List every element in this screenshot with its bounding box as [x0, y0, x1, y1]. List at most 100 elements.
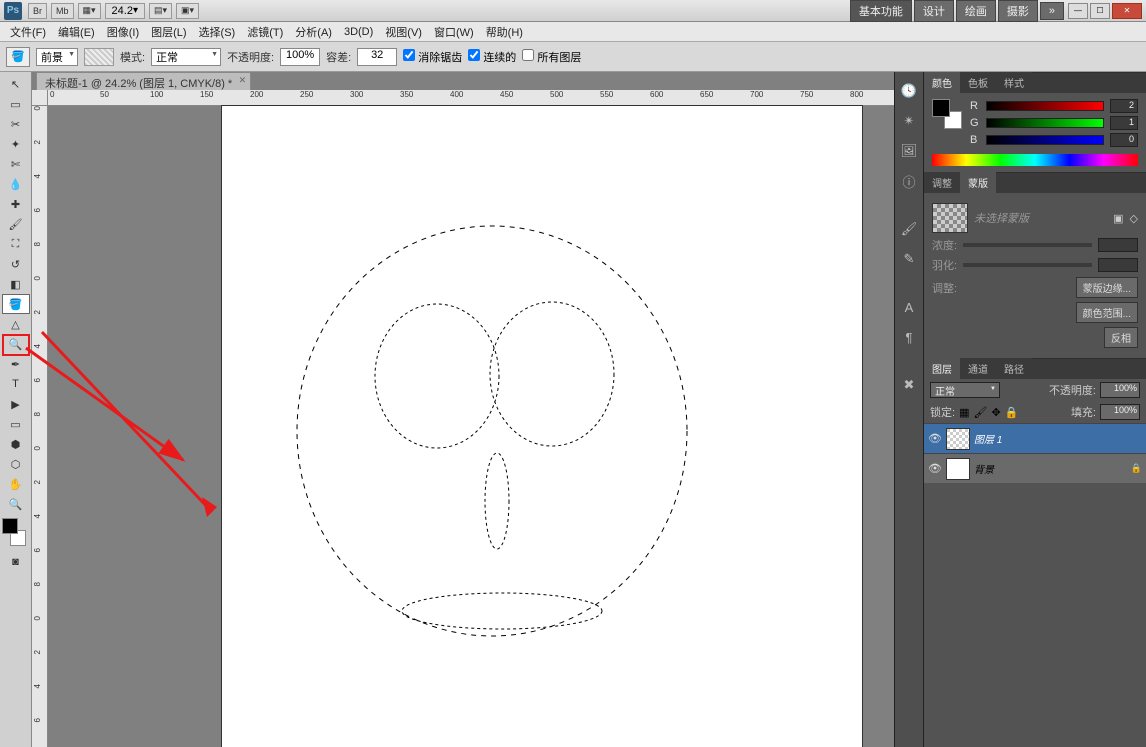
menu-filter[interactable]: 滤镜(T)	[241, 22, 289, 42]
workspace-photo[interactable]: 摄影	[998, 0, 1038, 22]
blur-tool[interactable]: △	[2, 314, 30, 334]
menu-3d[interactable]: 3D(D)	[338, 24, 379, 40]
quick-mask-toggle[interactable]: ◙	[2, 552, 30, 572]
maximize-button[interactable]: ☐	[1090, 3, 1110, 19]
move-tool[interactable]: ↖	[2, 74, 30, 94]
brushes-icon[interactable]: ✎	[898, 248, 920, 270]
tab-adjust[interactable]: 调整	[924, 172, 960, 193]
layer-item[interactable]: 👁 图层 1	[924, 423, 1146, 453]
compass-icon[interactable]: ✴	[898, 110, 920, 132]
g-slider[interactable]	[986, 118, 1104, 128]
tab-paths[interactable]: 路径	[996, 358, 1032, 379]
pen-tool[interactable]: ✒	[2, 354, 30, 374]
crop-tool[interactable]: ✄	[2, 154, 30, 174]
blend-mode-select[interactable]: 正常	[151, 48, 221, 66]
r-value[interactable]: 2	[1110, 99, 1138, 113]
mini-bridge-button[interactable]: Mb	[51, 3, 74, 19]
workspace-paint[interactable]: 绘画	[956, 0, 996, 22]
invert-button[interactable]: 反相	[1104, 327, 1138, 348]
tab-styles[interactable]: 样式	[996, 72, 1032, 93]
feather-slider[interactable]	[963, 263, 1092, 267]
close-tab-icon[interactable]: ✕	[239, 75, 247, 86]
layer-blend-select[interactable]: 正常	[930, 382, 1000, 398]
stamp-tool[interactable]: ⛶	[2, 234, 30, 254]
color-range-button[interactable]: 颜色范围...	[1076, 302, 1138, 323]
layer-thumbnail[interactable]	[946, 428, 970, 450]
pattern-picker[interactable]	[84, 48, 114, 66]
eraser-tool[interactable]: ◧	[2, 274, 30, 294]
r-slider[interactable]	[986, 101, 1104, 111]
brush-tool[interactable]: 🖌	[2, 214, 30, 234]
history-icon[interactable]: 🕓	[898, 80, 920, 102]
contiguous-checkbox[interactable]: 连续的	[468, 49, 516, 65]
visibility-icon[interactable]: 👁	[928, 432, 942, 445]
tab-mask[interactable]: 蒙版	[960, 172, 996, 193]
layer-item[interactable]: 👁 背景 🔒	[924, 453, 1146, 483]
menu-edit[interactable]: 编辑(E)	[52, 22, 101, 42]
swatches-icon[interactable]: 🖼	[898, 140, 920, 162]
zoom-tool[interactable]: 🔍	[2, 494, 30, 514]
panel-color-swatches[interactable]	[932, 99, 962, 129]
document-tab[interactable]: 未标题-1 @ 24.2% (图层 1, CMYK/8) * ✕	[36, 72, 251, 90]
density-value[interactable]	[1098, 238, 1138, 252]
lock-move-icon[interactable]: ✥	[991, 406, 1000, 419]
bucket-tool-icon[interactable]: 🪣	[6, 47, 30, 67]
layer-name[interactable]: 图层 1	[974, 431, 1142, 446]
quick-select-tool[interactable]: ✦	[2, 134, 30, 154]
lock-trans-icon[interactable]: ▦	[959, 406, 969, 419]
eyedropper-tool[interactable]: 💧	[2, 174, 30, 194]
opacity-input[interactable]: 100%	[280, 48, 320, 66]
layer-thumbnail[interactable]	[946, 458, 970, 480]
menu-select[interactable]: 选择(S)	[193, 22, 242, 42]
density-slider[interactable]	[963, 243, 1092, 247]
b-slider[interactable]	[986, 135, 1104, 145]
menu-help[interactable]: 帮助(H)	[480, 22, 529, 42]
tab-color[interactable]: 颜色	[924, 72, 960, 93]
vector-mask-icon[interactable]: ◇	[1130, 212, 1138, 225]
tolerance-input[interactable]: 32	[357, 48, 397, 66]
menu-view[interactable]: 视图(V)	[379, 22, 428, 42]
lock-paint-icon[interactable]: 🖌	[973, 406, 987, 419]
mask-edge-button[interactable]: 蒙版边缘...	[1076, 277, 1138, 298]
character-icon[interactable]: A	[898, 296, 920, 318]
tab-channels[interactable]: 通道	[960, 358, 996, 379]
workspace-design[interactable]: 设计	[914, 0, 954, 22]
brush-settings-icon[interactable]: 🖌	[898, 218, 920, 240]
minimize-button[interactable]: —	[1068, 3, 1088, 19]
canvas[interactable]	[222, 106, 862, 747]
3d-tool[interactable]: ⬢	[2, 434, 30, 454]
layer-name[interactable]: 背景	[974, 461, 1127, 476]
feather-value[interactable]	[1098, 258, 1138, 272]
color-swatches[interactable]	[2, 518, 30, 546]
zoom-dropdown[interactable]: 24.2 ▾	[105, 3, 145, 19]
lock-all-icon[interactable]: 🔒	[1005, 406, 1019, 419]
menu-image[interactable]: 图像(I)	[101, 22, 145, 42]
visibility-icon[interactable]: 👁	[928, 462, 942, 475]
menu-analysis[interactable]: 分析(A)	[289, 22, 338, 42]
foreground-color-swatch[interactable]	[2, 518, 18, 534]
b-value[interactable]: 0	[1110, 133, 1138, 147]
screen-mode-button[interactable]: ▣▾	[176, 3, 199, 19]
menu-window[interactable]: 窗口(W)	[428, 22, 480, 42]
fill-source-select[interactable]: 前景	[36, 48, 78, 66]
type-tool[interactable]: T	[2, 374, 30, 394]
history-brush-tool[interactable]: ↺	[2, 254, 30, 274]
info-icon[interactable]: ⓘ	[898, 170, 920, 192]
shape-tool[interactable]: ▭	[2, 414, 30, 434]
menu-file[interactable]: 文件(F)	[4, 22, 52, 42]
marquee-tool[interactable]: ▭	[2, 94, 30, 114]
paragraph-icon[interactable]: ¶	[898, 326, 920, 348]
pixel-mask-icon[interactable]: ▣	[1113, 212, 1123, 225]
tool-presets-icon[interactable]: ✖	[898, 374, 920, 396]
layer-opacity-input[interactable]: 100%	[1100, 382, 1140, 398]
bridge-button[interactable]: Br	[28, 3, 47, 19]
workspace-basic[interactable]: 基本功能	[850, 0, 912, 22]
healing-tool[interactable]: ✚	[2, 194, 30, 214]
close-button[interactable]: ✕	[1112, 3, 1142, 19]
bucket-tool[interactable]: 🪣	[2, 294, 30, 314]
hand-tool[interactable]: ✋	[2, 474, 30, 494]
workspace-more[interactable]: »	[1040, 2, 1064, 20]
lasso-tool[interactable]: ✂	[2, 114, 30, 134]
3d-camera-tool[interactable]: ⬡	[2, 454, 30, 474]
path-select-tool[interactable]: ▶	[2, 394, 30, 414]
